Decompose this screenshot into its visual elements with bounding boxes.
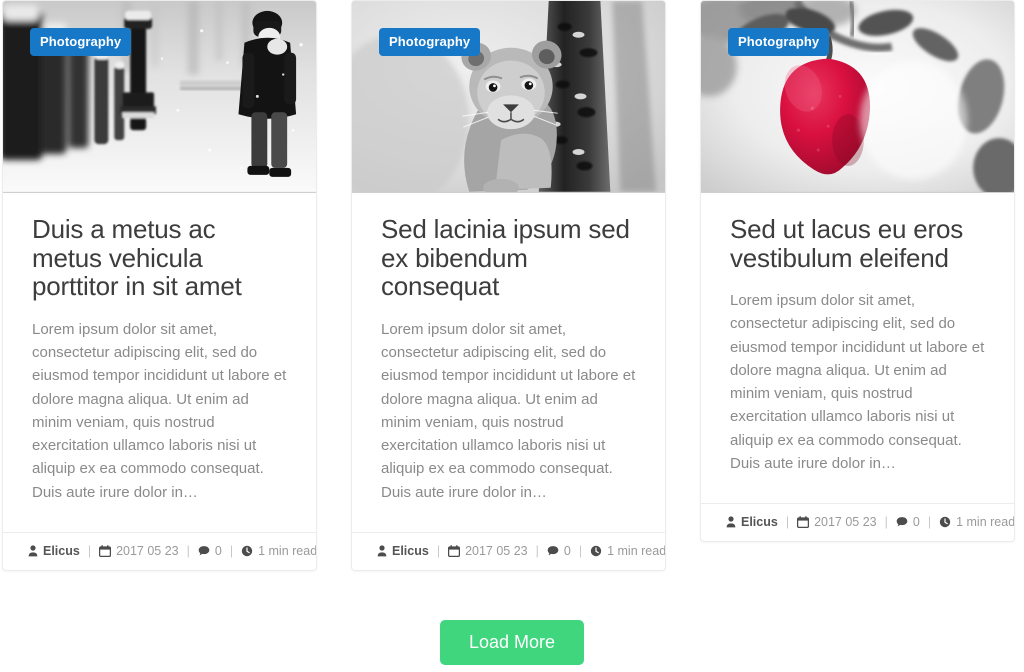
- clock-icon: [590, 545, 602, 557]
- calendar-icon: [448, 544, 461, 557]
- meta-separator: |: [87, 543, 92, 558]
- meta-author: Elicus: [377, 544, 429, 558]
- post-excerpt: Lorem ipsum dolor sit amet, consectetur …: [381, 320, 636, 501]
- card-grid: Photography Duis a metus ac metus vehicu…: [0, 0, 1024, 571]
- post-card[interactable]: Photography Sed lacinia ipsum sed ex bib…: [351, 0, 666, 571]
- meta-read-time: 1 min read: [590, 543, 666, 558]
- date-text: 2017 05 23: [465, 543, 528, 558]
- post-body: Sed ut lacus eu eros vestibulum eleifend…: [701, 193, 1014, 485]
- date-text: 2017 05 23: [814, 515, 877, 530]
- comment-icon: [198, 545, 210, 557]
- post-thumbnail[interactable]: Photography: [3, 1, 316, 193]
- post-title[interactable]: Sed ut lacus eu eros vestibulum eleifend: [730, 215, 985, 272]
- load-more-button[interactable]: Load More: [439, 620, 585, 665]
- meta-comments[interactable]: 0: [547, 544, 571, 558]
- post-thumbnail[interactable]: Photography: [701, 1, 1014, 193]
- post-body: Sed lacinia ipsum sed ex bibendum conseq…: [352, 193, 665, 514]
- author-name[interactable]: Elicus: [392, 544, 429, 558]
- meta-separator: |: [186, 543, 190, 558]
- post-title[interactable]: Sed lacinia ipsum sed ex bibendum conseq…: [381, 215, 636, 301]
- author-name[interactable]: Elicus: [43, 544, 80, 558]
- read-time-text: 1 min read: [258, 543, 317, 558]
- read-time-text: 1 min read: [956, 515, 1015, 530]
- meta-separator: |: [229, 543, 234, 558]
- author-name[interactable]: Elicus: [741, 515, 778, 529]
- calendar-icon: [99, 544, 112, 557]
- comment-icon: [896, 516, 908, 528]
- comment-count: 0: [214, 543, 222, 558]
- date-text: 2017 05 23: [116, 543, 179, 558]
- comment-count: 0: [563, 543, 571, 558]
- meta-read-time: 1 min read: [939, 515, 1015, 530]
- category-badge[interactable]: Photography: [30, 28, 132, 56]
- meta-date: 2017 05 23: [797, 515, 877, 529]
- comment-count: 0: [912, 515, 920, 530]
- load-more-container: Load More: [0, 620, 1024, 665]
- meta-separator: |: [578, 543, 583, 558]
- user-icon: [726, 516, 736, 528]
- post-excerpt: Lorem ipsum dolor sit amet, consectetur …: [730, 292, 985, 472]
- post-body: Duis a metus ac metus vehicula porttitor…: [3, 193, 316, 514]
- post-meta: Elicus | 2017 05 23 | 0 | 1 min read: [3, 531, 317, 570]
- post-excerpt: Lorem ipsum dolor sit amet, consectetur …: [32, 320, 287, 501]
- calendar-icon: [797, 516, 810, 529]
- post-thumbnail[interactable]: Photography: [352, 1, 665, 193]
- post-meta: Elicus | 2017 05 23 | 0 | 1 min read: [352, 531, 666, 570]
- category-badge[interactable]: Photography: [728, 28, 830, 56]
- meta-author: Elicus: [726, 515, 778, 529]
- read-time-text: 1 min read: [607, 543, 666, 558]
- clock-icon: [939, 516, 951, 528]
- user-icon: [28, 545, 38, 557]
- post-title[interactable]: Duis a metus ac metus vehicula porttitor…: [32, 215, 287, 301]
- meta-separator: |: [535, 543, 539, 558]
- meta-separator: |: [785, 515, 790, 530]
- post-card[interactable]: Photography Sed ut lacus eu eros vestibu…: [700, 0, 1015, 543]
- meta-date: 2017 05 23: [99, 544, 179, 558]
- meta-comments[interactable]: 0: [896, 515, 920, 529]
- post-card[interactable]: Photography Duis a metus ac metus vehicu…: [2, 0, 317, 571]
- post-meta: Elicus | 2017 05 23 | 0 | 1 min read: [701, 503, 1014, 541]
- meta-author: Elicus: [28, 544, 80, 558]
- clock-icon: [241, 545, 253, 557]
- comment-icon: [547, 545, 559, 557]
- meta-date: 2017 05 23: [448, 544, 528, 558]
- category-badge[interactable]: Photography: [379, 28, 481, 56]
- meta-separator: |: [884, 515, 888, 530]
- meta-read-time: 1 min read: [241, 543, 317, 558]
- meta-separator: |: [436, 543, 441, 558]
- user-icon: [377, 545, 387, 557]
- blog-card-grid-page: Photography Duis a metus ac metus vehicu…: [0, 0, 1024, 672]
- meta-separator: |: [927, 515, 932, 530]
- meta-comments[interactable]: 0: [198, 544, 222, 558]
